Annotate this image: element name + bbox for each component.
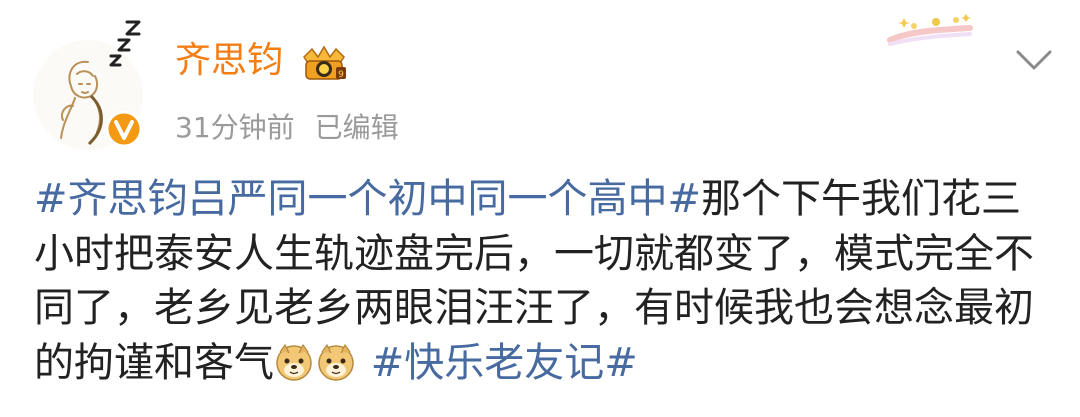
avatar[interactable] [33, 20, 143, 150]
post-text-segment: 那个下午我们花三 [701, 176, 1022, 222]
post-line-2: 小时把泰安人生轨迹盘完后，一切就都变了，模式完全不 [34, 230, 1034, 277]
doge-emoji-icon [276, 343, 312, 381]
hashtag-link[interactable]: #齐思钧吕严同一个初中同一个高中# [34, 176, 701, 222]
hashtag-link[interactable]: #快乐老友记# [371, 340, 638, 386]
verified-icon [105, 110, 143, 148]
post-time: 31分钟前 [175, 111, 295, 144]
post-text-segment: 的拘谨和客气 [34, 339, 274, 386]
svg-text:9: 9 [338, 70, 344, 80]
edited-label[interactable]: 已编辑 [315, 111, 399, 144]
post-line-3: 同了，老乡见老乡两眼泪汪汪了，有时候我也会想念最初 [34, 285, 1034, 331]
post-line-1: #齐思钧吕严同一个初中同一个高中#那个下午我们花三 [34, 172, 1064, 227]
vip-crown-badge-icon[interactable]: 9 [298, 45, 350, 83]
post-text: #齐思钧吕严同一个初中同一个高中#那个下午我们花三 小时把泰安人生轨迹盘完后，一… [34, 172, 1064, 390]
username[interactable]: 齐思钧 [175, 37, 283, 85]
post-meta: 31分钟前 已编辑 [175, 110, 399, 146]
zzz-icon [109, 20, 141, 67]
chevron-down-icon[interactable] [1014, 46, 1054, 74]
card-decoration-icon [887, 14, 973, 46]
doge-emoji-icon [318, 343, 354, 381]
post-line-4: 的拘谨和客气 #快乐老友记# [34, 336, 1064, 391]
